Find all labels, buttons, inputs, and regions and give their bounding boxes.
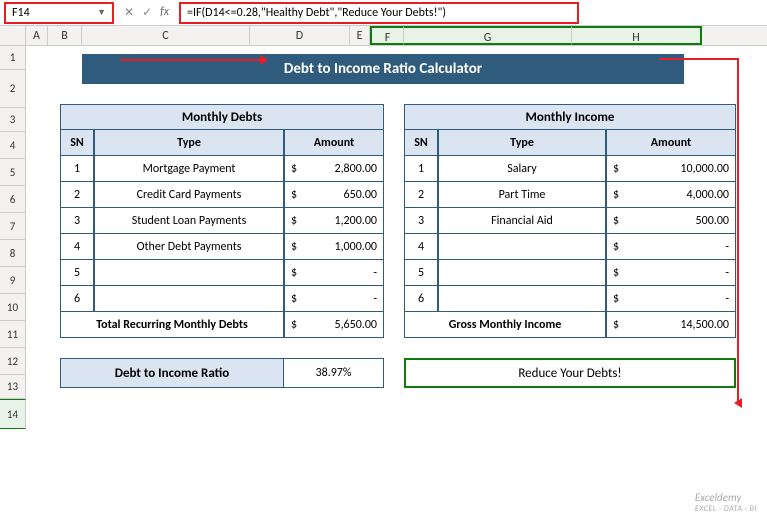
cell[interactable]: 4 <box>60 234 94 260</box>
debts-table: Monthly Debts SN Type Amount 1Mortgage P… <box>60 104 384 338</box>
cell[interactable]: $- <box>606 234 736 260</box>
watermark: Exceldemy EXCEL · DATA · BI <box>695 491 757 514</box>
total-cell[interactable]: $14,500.00 <box>606 312 736 338</box>
income-table: Monthly Income SN Type Amount 1Salary$10… <box>404 104 736 338</box>
cell[interactable]: $10,000.00 <box>606 156 736 182</box>
col-header[interactable]: E <box>350 26 370 45</box>
col-type: Type <box>438 130 606 156</box>
cell[interactable]: Other Debt Payments <box>94 234 284 260</box>
cell[interactable] <box>438 234 606 260</box>
cell[interactable]: $2,800.00 <box>284 156 384 182</box>
annotation-arrow-icon <box>120 59 265 61</box>
worksheet[interactable]: 1 2 3 4 5 6 7 8 9 10 11 12 13 14 Debt to… <box>0 46 767 429</box>
dropdown-icon[interactable]: ▼ <box>97 7 106 18</box>
cell[interactable]: Student Loan Payments <box>94 208 284 234</box>
col-header[interactable]: A <box>26 26 48 45</box>
cell[interactable]: 1 <box>404 156 438 182</box>
ratio-box: Debt to Income Ratio 38.97% <box>60 358 384 388</box>
row-header[interactable]: 10 <box>0 294 26 321</box>
row-header[interactable]: 7 <box>0 213 26 240</box>
fx-icon[interactable]: fx <box>160 5 169 20</box>
row-header[interactable]: 6 <box>0 186 26 213</box>
row-header[interactable]: 4 <box>0 132 26 159</box>
row-header[interactable]: 5 <box>0 159 26 186</box>
ratio-label: Debt to Income Ratio <box>60 358 284 388</box>
row-header[interactable]: 2 <box>0 70 26 108</box>
debts-header: Monthly Debts <box>60 104 384 130</box>
cell[interactable]: 1 <box>60 156 94 182</box>
formula-bar-icons: ✕ ✓ fx <box>120 5 173 20</box>
col-header[interactable]: H <box>572 26 702 45</box>
formula-text: =IF(D14<=0.28,"Healthy Debt","Reduce You… <box>187 6 446 20</box>
row-header[interactable]: 12 <box>0 348 26 375</box>
cell[interactable]: Mortgage Payment <box>94 156 284 182</box>
row-header[interactable]: 8 <box>0 240 26 267</box>
cell[interactable]: Salary <box>438 156 606 182</box>
cell[interactable] <box>438 286 606 312</box>
cell[interactable]: $4,000.00 <box>606 182 736 208</box>
total-label: Gross Monthly Income <box>404 312 606 338</box>
col-header[interactable]: B <box>48 26 82 45</box>
col-header[interactable]: C <box>82 26 250 45</box>
cell[interactable]: Credit Card Payments <box>94 182 284 208</box>
col-sn: SN <box>404 130 438 156</box>
cell[interactable]: 5 <box>404 260 438 286</box>
total-label: Total Recurring Monthly Debts <box>60 312 284 338</box>
name-box[interactable]: F14 ▼ <box>4 2 114 24</box>
col-type: Type <box>94 130 284 156</box>
col-amount: Amount <box>606 130 736 156</box>
col-header[interactable]: G <box>404 26 572 45</box>
formula-bar: F14 ▼ ✕ ✓ fx =IF(D14<=0.28,"Healthy Debt… <box>0 0 767 26</box>
cell[interactable]: 2 <box>60 182 94 208</box>
cell[interactable]: $650.00 <box>284 182 384 208</box>
row-header[interactable]: 13 <box>0 375 26 399</box>
col-header[interactable]: F <box>370 26 404 45</box>
result-cell[interactable]: Reduce Your Debts! <box>404 358 736 388</box>
cell[interactable]: 3 <box>60 208 94 234</box>
cell[interactable]: 6 <box>60 286 94 312</box>
cell[interactable] <box>94 260 284 286</box>
cell[interactable]: 5 <box>60 260 94 286</box>
cell[interactable]: 3 <box>404 208 438 234</box>
row-header[interactable]: 3 <box>0 108 26 132</box>
row-header[interactable]: 9 <box>0 267 26 294</box>
formula-input[interactable]: =IF(D14<=0.28,"Healthy Debt","Reduce You… <box>179 2 579 24</box>
row-header[interactable]: 11 <box>0 321 26 348</box>
col-header[interactable]: D <box>250 26 350 45</box>
cell[interactable] <box>94 286 284 312</box>
cell[interactable]: 4 <box>404 234 438 260</box>
income-header: Monthly Income <box>404 104 736 130</box>
cell[interactable]: Part Time <box>438 182 606 208</box>
column-headers: A B C D E F G H <box>0 26 767 46</box>
ratio-value[interactable]: 38.97% <box>284 358 384 388</box>
col-sn: SN <box>60 130 94 156</box>
col-amount: Amount <box>284 130 384 156</box>
cell[interactable]: Financial Aid <box>438 208 606 234</box>
cell[interactable] <box>438 260 606 286</box>
cell[interactable]: $- <box>606 286 736 312</box>
cancel-icon[interactable]: ✕ <box>124 5 134 20</box>
cell[interactable]: $1,000.00 <box>284 234 384 260</box>
enter-icon[interactable]: ✓ <box>142 5 152 20</box>
cell[interactable]: $500.00 <box>606 208 736 234</box>
cell[interactable]: 2 <box>404 182 438 208</box>
total-cell[interactable]: $5,650.00 <box>284 312 384 338</box>
cell[interactable]: $- <box>284 286 384 312</box>
name-box-value: F14 <box>12 6 30 20</box>
row-header[interactable]: 1 <box>0 46 26 70</box>
select-all[interactable] <box>0 26 26 45</box>
cell[interactable]: 6 <box>404 286 438 312</box>
cell[interactable]: $1,200.00 <box>284 208 384 234</box>
cell[interactable]: $- <box>606 260 736 286</box>
annotation-arrow-icon <box>737 60 739 404</box>
row-header[interactable]: 14 <box>0 399 26 429</box>
cell[interactable]: $- <box>284 260 384 286</box>
